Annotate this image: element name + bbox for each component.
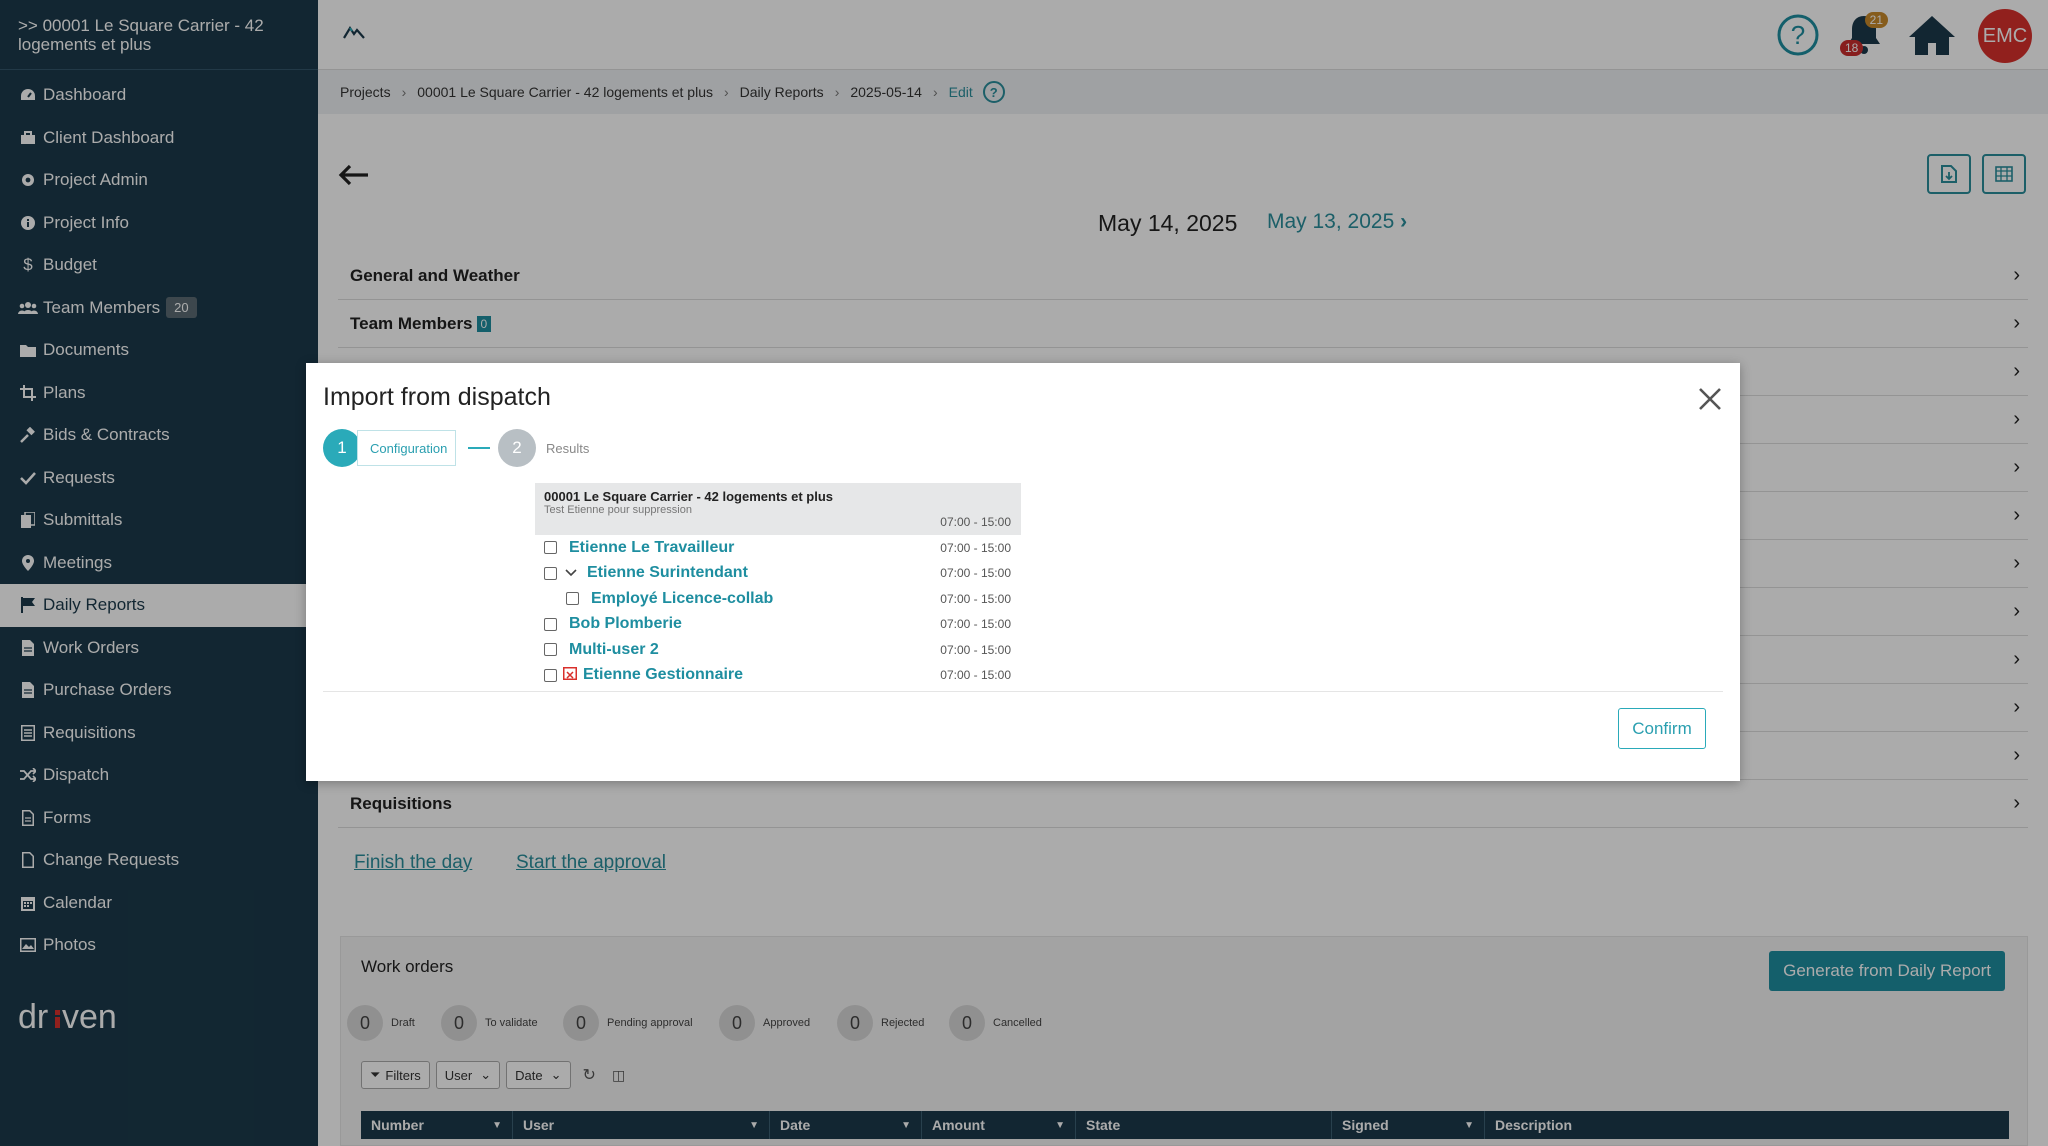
employee-name-link[interactable]: Employé Licence-collab <box>591 590 773 608</box>
dispatch-list: 00001 Le Square Carrier - 42 logements e… <box>535 483 1021 691</box>
step-results[interactable]: 2 Results <box>498 429 589 467</box>
step-label: Results <box>546 440 590 456</box>
row-time: 07:00 - 15:00 <box>940 566 1011 581</box>
step-label: Configuration <box>357 430 457 466</box>
employee-name-link[interactable]: Etienne Gestionnaire <box>583 666 743 684</box>
chevron-down-icon[interactable] <box>565 564 577 582</box>
employee-name-link[interactable]: Etienne Le Travailleur <box>569 539 734 557</box>
row-time: 07:00 - 15:00 <box>940 591 1011 606</box>
row-checkbox[interactable] <box>544 668 557 682</box>
row-checkbox[interactable] <box>566 592 579 606</box>
dispatch-row: Etienne Gestionnaire 07:00 - 15:00 <box>535 663 1021 689</box>
row-checkbox[interactable] <box>544 617 557 631</box>
row-checkbox[interactable] <box>544 541 557 555</box>
dispatch-row: Multi-user 2 07:00 - 15:00 <box>535 637 1021 663</box>
row-time: 07:00 - 15:00 <box>940 642 1011 657</box>
modal-title: Import from dispatch <box>323 383 551 411</box>
row-checkbox[interactable] <box>544 643 557 657</box>
confirm-button[interactable]: Confirm <box>1618 708 1706 749</box>
dispatch-row: Bob Plomberie 07:00 - 15:00 <box>535 612 1021 638</box>
dispatch-row: Employé Licence-collab 07:00 - 15:00 <box>535 586 1021 612</box>
dispatch-project-name: 00001 Le Square Carrier - 42 logements e… <box>544 489 834 504</box>
calendar-x-icon <box>563 666 577 685</box>
close-icon[interactable] <box>1698 383 1722 417</box>
dispatch-row: Etienne Le Travailleur 07:00 - 15:00 <box>535 535 1021 561</box>
row-time: 07:00 - 15:00 <box>940 617 1011 632</box>
step-number: 2 <box>498 429 536 467</box>
employee-name-link[interactable]: Bob Plomberie <box>569 615 682 633</box>
dispatch-project-header: 00001 Le Square Carrier - 42 logements e… <box>535 483 1021 535</box>
row-time: 07:00 - 15:00 <box>940 540 1011 555</box>
step-number: 1 <box>323 429 361 467</box>
step-connector <box>468 447 490 449</box>
dispatch-time: 07:00 - 15:00 <box>940 515 1011 529</box>
modal-footer-divider <box>323 691 1723 692</box>
step-configuration[interactable]: 1 Configuration <box>323 429 457 467</box>
employee-name-link[interactable]: Multi-user 2 <box>569 641 659 659</box>
employee-name-link[interactable]: Etienne Surintendant <box>587 564 748 582</box>
row-time: 07:00 - 15:00 <box>940 668 1011 683</box>
dispatch-row: Etienne Surintendant 07:00 - 15:00 <box>535 561 1021 587</box>
import-dispatch-modal: Import from dispatch 1 Configuration 2 R… <box>306 363 1740 781</box>
row-checkbox[interactable] <box>544 566 557 580</box>
